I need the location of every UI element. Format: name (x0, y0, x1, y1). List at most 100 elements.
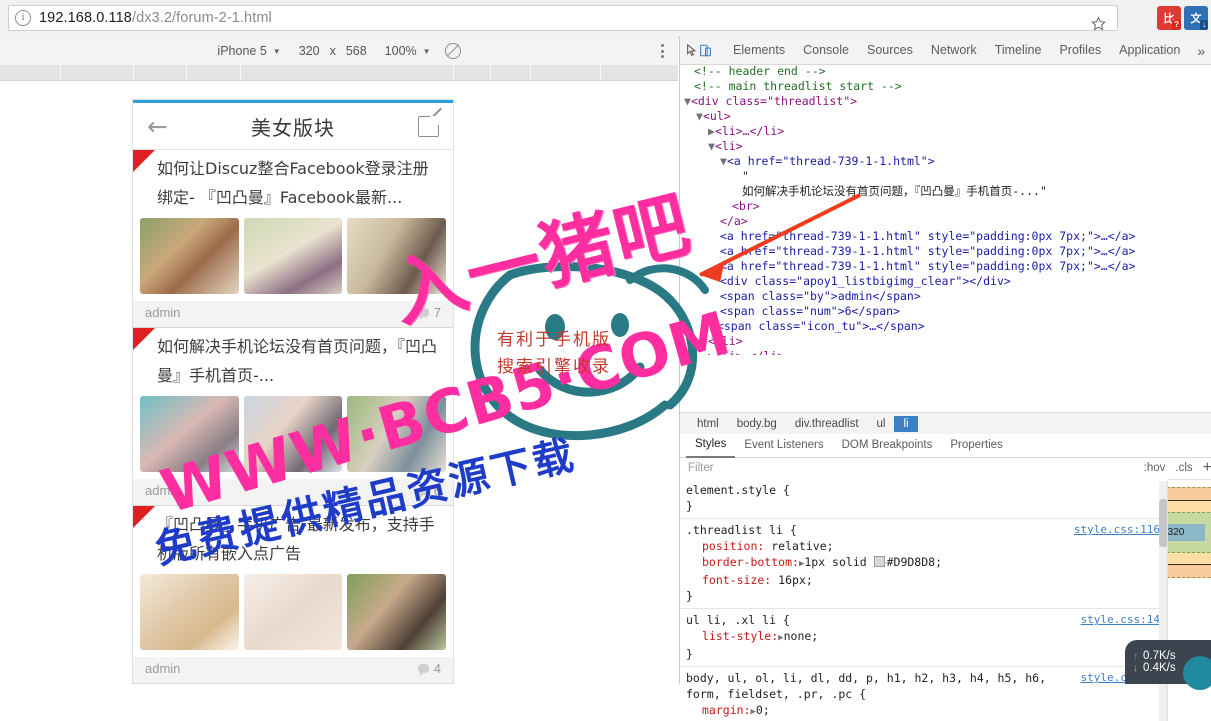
style-declaration[interactable]: margin:▶0; (680, 702, 1168, 720)
extension-icon-1[interactable]: 比 ? (1157, 6, 1181, 30)
thread-title[interactable]: 『凹凸曼』手机广告-最新发布，支持手机版所有嵌入点广告 (133, 506, 453, 574)
thread-item[interactable]: 图 如何解决手机论坛没有首页问题，『凹凸曼』手机首页-... admin 6 (133, 328, 453, 506)
thread-author: admin (145, 661, 181, 676)
download-speed-value: 0.4K/s (1143, 662, 1176, 674)
thumbnail-image[interactable] (243, 574, 343, 650)
dom-line: <div class="threadlist"> (690, 94, 858, 108)
reply-count-value: 6 (433, 483, 441, 498)
style-rule[interactable]: .threadlist li { style.css:116 position:… (680, 519, 1168, 609)
thumbnail-image[interactable] (347, 574, 447, 650)
bookmark-star-icon[interactable] (1087, 12, 1109, 34)
mobile-header: ← 美女版块 (133, 103, 453, 150)
device-selector[interactable]: iPhone 5 ▼ (217, 44, 280, 58)
comment-bubble-icon (417, 308, 429, 320)
dom-line: <!-- main threadlist start --> (694, 79, 902, 93)
inspect-cursor-icon[interactable] (686, 37, 699, 64)
dom-tree[interactable]: <!-- header end --> <!-- main threadlist… (680, 64, 1211, 355)
new-style-rule-button[interactable]: + (1203, 460, 1211, 476)
page-title: 美女版块 (250, 117, 335, 140)
thumbnail-image[interactable] (347, 396, 447, 472)
breadcrumb-li[interactable]: li (894, 416, 918, 432)
box-model-border[interactable]: border padding 320 (1168, 500, 1211, 565)
thread-title[interactable]: 如何让Discuz整合Facebook登录注册绑定- 『凹凸曼』Facebook… (133, 150, 453, 218)
thumbnail-image[interactable] (347, 218, 447, 294)
dimension-separator: x (329, 44, 336, 58)
collapse-triangle-icon[interactable]: ▶ (708, 349, 715, 355)
viewport-height-input[interactable]: 568 (346, 44, 367, 58)
back-arrow-icon[interactable]: ← (147, 114, 168, 139)
tab-sources[interactable]: Sources (858, 37, 922, 64)
collapse-triangle-icon[interactable]: ▶ (708, 124, 715, 138)
style-declaration[interactable]: font-size: 16px; (680, 572, 1168, 588)
thread-item[interactable]: 图 『凹凸曼』手机广告-最新发布，支持手机版所有嵌入点广告 admin 4 (133, 506, 453, 684)
expand-triangle-icon[interactable]: ▼ (684, 94, 691, 108)
network-speed-widget[interactable]: ↑ 0.7K/s ↓ 0.4K/s (1125, 640, 1211, 690)
rule-close: } (686, 499, 693, 513)
styles-pane[interactable]: element.style { } .threadlist li { style… (680, 479, 1168, 721)
chevron-down-icon: ▼ (272, 46, 281, 56)
thumbnail-image[interactable] (140, 396, 239, 472)
hov-toggle[interactable]: :hov (1144, 462, 1166, 474)
style-rule[interactable]: body, ul, ol, li, dl, dd, p, h1, h2, h3,… (680, 667, 1168, 721)
kebab-menu-icon[interactable] (660, 44, 664, 58)
device-toggle-icon[interactable] (699, 37, 712, 64)
thread-item[interactable]: 图 如何让Discuz整合Facebook登录注册绑定- 『凹凸曼』Facebo… (133, 150, 453, 328)
expand-triangle-icon[interactable]: ▼ (708, 139, 715, 153)
compose-icon[interactable] (417, 115, 439, 137)
reply-count: 4 (417, 661, 441, 676)
rotate-disabled-icon[interactable] (444, 43, 461, 59)
cls-toggle[interactable]: .cls (1175, 462, 1192, 474)
breadcrumb-threadlist[interactable]: div.threadlist (786, 416, 868, 432)
thumbnail-image[interactable] (140, 218, 239, 294)
style-declaration[interactable]: border-bottom:▶1px solid #D9D8D8; (680, 554, 1168, 572)
tab-network[interactable]: Network (922, 37, 986, 64)
expand-triangle-icon[interactable]: ▼ (696, 109, 703, 123)
box-model-margin[interactable]: margin border padding 320 (1168, 487, 1211, 578)
thumbnail-image[interactable] (140, 574, 239, 650)
thread-thumbnails (133, 574, 453, 657)
tab-profiles[interactable]: Profiles (1050, 37, 1110, 64)
tab-dom-breakpoints[interactable]: DOM Breakpoints (833, 434, 942, 457)
box-model-padding[interactable]: padding 320 (1168, 512, 1211, 553)
box-model-layers: margin border padding 320 (1168, 487, 1211, 578)
prop-value: relative; (764, 539, 834, 553)
prop-name: border-bottom: (702, 555, 799, 569)
style-rule[interactable]: element.style { } (680, 479, 1168, 519)
dom-line: <a href="thread-739-1-1.html"> (726, 154, 935, 168)
site-info-icon[interactable]: i (15, 10, 31, 26)
style-filter-bar: Filter :hov .cls + (680, 457, 1211, 480)
breadcrumb-body[interactable]: body.bg (728, 416, 786, 432)
tab-event-listeners[interactable]: Event Listeners (735, 434, 832, 457)
tab-styles[interactable]: Styles (686, 433, 736, 458)
dom-line: <!-- header end --> (694, 64, 826, 78)
viewport-width-input[interactable]: 320 (299, 44, 320, 58)
collapse-triangle-icon[interactable]: ▶ (710, 319, 717, 333)
style-declaration[interactable]: position: relative; (680, 538, 1168, 554)
style-declaration[interactable]: list-style:▶none; (680, 628, 1168, 646)
color-swatch[interactable] (873, 556, 885, 567)
expand-triangle-icon[interactable]: ▼ (720, 154, 727, 168)
image-badge-icon: 图 (133, 150, 155, 172)
extension-icon-2[interactable]: 文 ↓ (1184, 6, 1208, 30)
tab-properties[interactable]: Properties (941, 434, 1011, 457)
tab-console[interactable]: Console (794, 37, 858, 64)
tab-application[interactable]: Application (1110, 37, 1189, 64)
breadcrumb-html[interactable]: html (688, 416, 728, 432)
reply-count-value: 4 (433, 661, 441, 676)
prop-name: position: (702, 539, 765, 553)
more-tabs-icon[interactable]: » (1189, 43, 1211, 59)
box-model-content[interactable]: 320 (1168, 524, 1205, 541)
thread-title[interactable]: 如何解决手机论坛没有首页问题，『凹凸曼』手机首页-... (133, 328, 453, 396)
tab-elements[interactable]: Elements (724, 37, 794, 64)
filter-input[interactable]: Filter (688, 462, 714, 474)
rule-source-link[interactable]: style.css:116 (1074, 522, 1160, 538)
dom-line: 如何解决手机论坛没有首页问题，『凹凸曼』手机首页-..." (742, 184, 1047, 198)
thumbnail-image[interactable] (243, 218, 343, 294)
breadcrumb-ul[interactable]: ul (868, 416, 895, 432)
zoom-selector[interactable]: 100% ▼ (385, 44, 431, 58)
rule-source-link[interactable]: style.css:14 (1081, 612, 1160, 628)
thumbnail-image[interactable] (243, 396, 343, 472)
tab-timeline[interactable]: Timeline (986, 37, 1051, 64)
style-rule[interactable]: ul li, .xl li { style.css:14 list-style:… (680, 609, 1168, 667)
address-bar[interactable]: i 192.168.0.118/dx3.2/forum-2-1.html (8, 5, 1118, 31)
